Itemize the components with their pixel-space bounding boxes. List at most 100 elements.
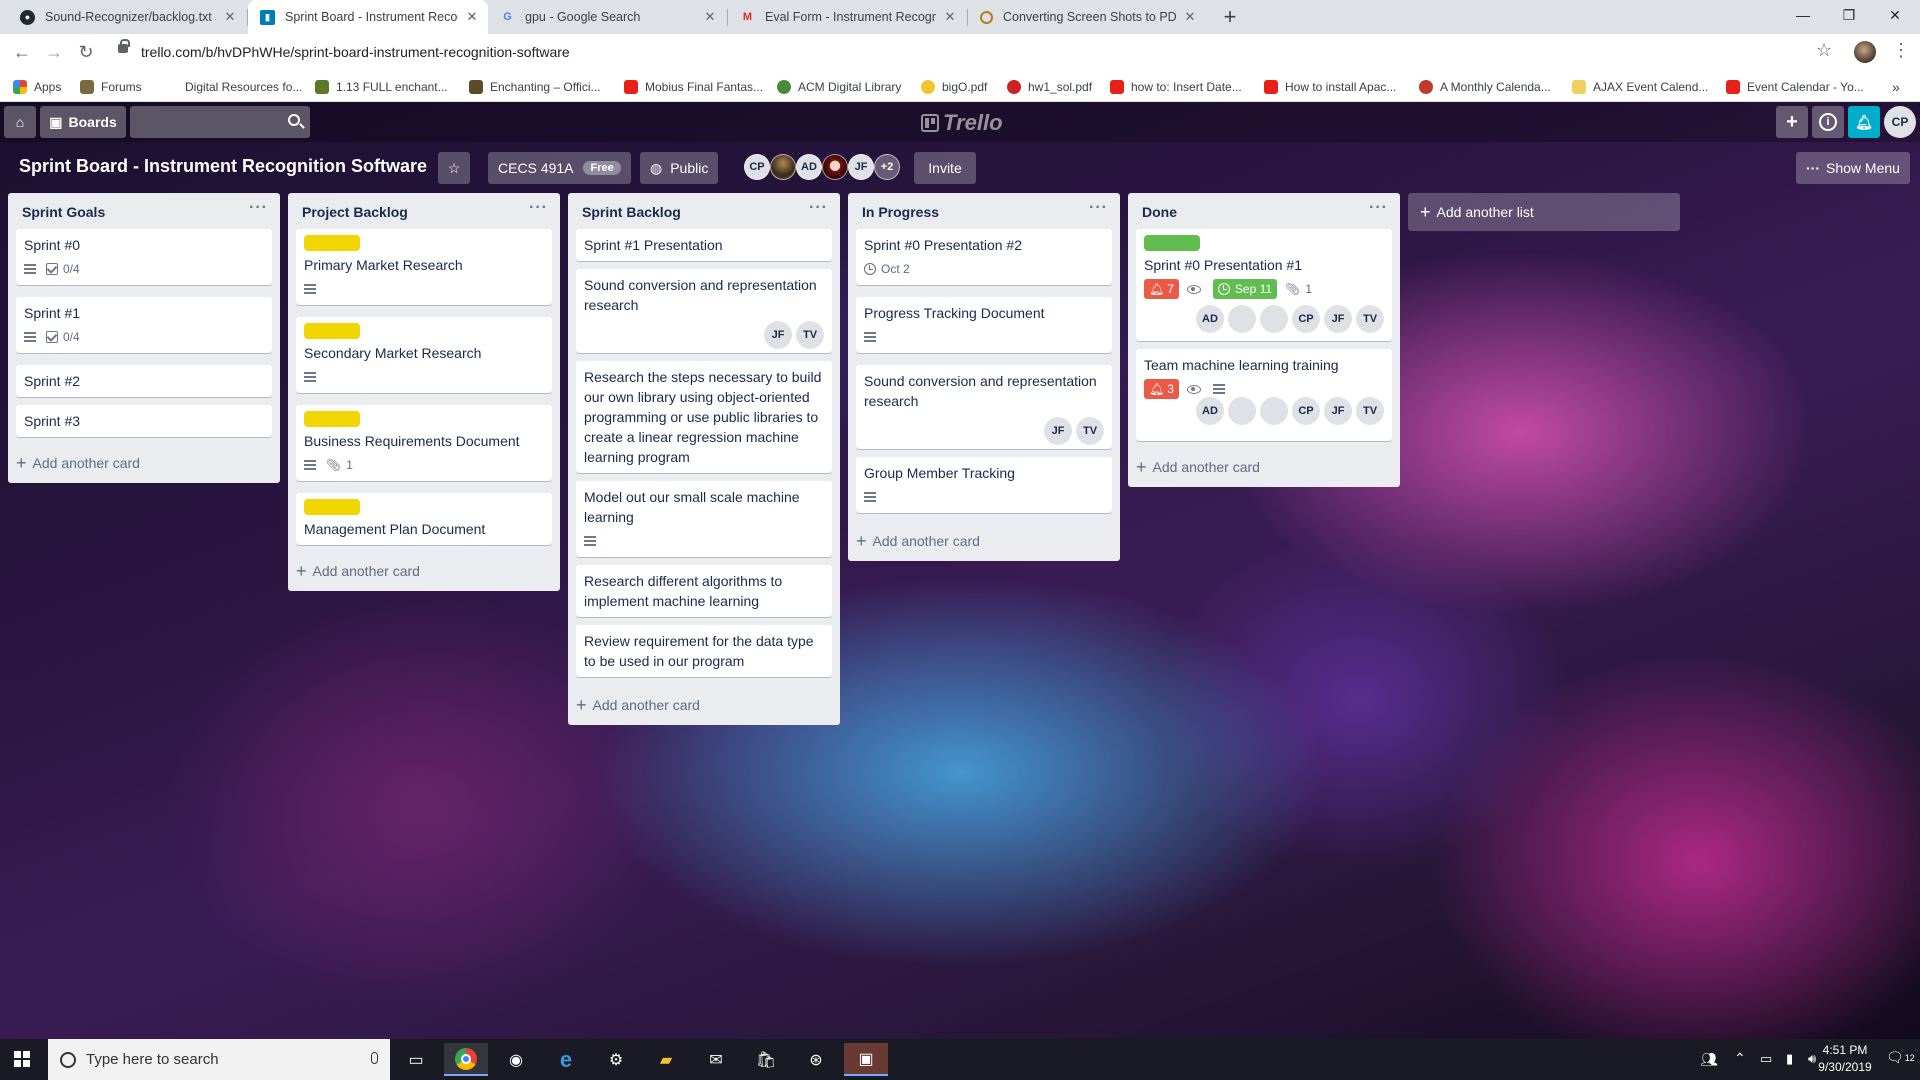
media-app-icon[interactable]: ▣ — [844, 1043, 888, 1076]
new-tab-button[interactable]: + — [1217, 4, 1243, 30]
bookmark-star-icon[interactable]: ☆ — [1816, 40, 1832, 61]
card[interactable]: Team machine learning training 🔔︎ 3 AD CP… — [1136, 349, 1392, 441]
member-avatar[interactable]: AD — [796, 154, 822, 180]
task-view-icon[interactable]: ▭ — [394, 1043, 438, 1076]
home-button[interactable]: ⌂ — [4, 106, 36, 138]
member-avatar-photo[interactable] — [1260, 305, 1288, 333]
label-yellow[interactable] — [304, 235, 360, 251]
minimize-button[interactable]: — — [1780, 0, 1826, 30]
microphone-icon[interactable] — [371, 1052, 378, 1064]
chrome-icon[interactable] — [444, 1043, 488, 1076]
member-avatar-photo[interactable] — [822, 154, 848, 180]
bookmark-acm[interactable]: ACM Digital Library — [777, 78, 901, 96]
clock[interactable]: 4:51 PM 9/30/2019 — [1812, 1042, 1878, 1076]
member-avatar[interactable]: AD — [1196, 397, 1224, 425]
card[interactable]: Sound conversion and representation rese… — [576, 269, 832, 353]
steam-icon[interactable]: ⊛ — [794, 1043, 838, 1076]
bookmark-bigo[interactable]: bigO.pdf — [921, 78, 987, 96]
notification-badge[interactable]: 🔔︎ 7 — [1144, 279, 1179, 299]
battery-icon[interactable]: ▮ — [1786, 1051, 1793, 1067]
add-list-button[interactable]: + Add another list — [1408, 193, 1680, 231]
card[interactable]: Management Plan Document — [296, 493, 552, 545]
people-icon[interactable]: 👥︎ — [1700, 1051, 1718, 1068]
bookmark-install-apache[interactable]: How to install Apac... — [1264, 78, 1396, 96]
list-menu-icon[interactable]: ··· — [1089, 199, 1108, 217]
close-icon[interactable]: ✕ — [702, 9, 718, 25]
tab-github[interactable]: ● Sound-Recognizer/backlog.txt at ✕ — [8, 0, 246, 34]
star-board-button[interactable]: ☆ — [438, 152, 470, 184]
restore-button[interactable]: ❐ — [1826, 0, 1872, 30]
bookmark-ajax-calendar[interactable]: AJAX Event Calend... — [1572, 78, 1708, 96]
alienware-icon[interactable]: ◉ — [494, 1043, 538, 1076]
profile-avatar[interactable] — [1854, 41, 1876, 63]
close-window-button[interactable]: ✕ — [1872, 0, 1918, 30]
card[interactable]: Sprint #1 0/4 — [16, 297, 272, 353]
list-header[interactable]: Done ··· — [1128, 193, 1400, 229]
board-search-input[interactable] — [130, 106, 310, 138]
taskbar-search-input[interactable]: Type here to search — [48, 1039, 390, 1080]
member-avatar-photo[interactable] — [1228, 397, 1256, 425]
due-date[interactable]: Oct 2 — [881, 262, 910, 276]
tab-trello[interactable]: ▮ Sprint Board - Instrument Recogn ✕ — [248, 0, 488, 34]
edge-icon[interactable]: e — [544, 1043, 588, 1076]
bookmark-monthly-calendar[interactable]: A Monthly Calenda... — [1419, 78, 1551, 96]
reload-icon[interactable]: ↻ — [74, 40, 98, 64]
list-header[interactable]: Sprint Goals ··· — [8, 193, 280, 229]
member-avatar[interactable]: JF — [1324, 397, 1352, 425]
label-yellow[interactable] — [304, 411, 360, 427]
member-avatar[interactable]: TV — [1076, 417, 1104, 445]
tab-converting[interactable]: Converting Screen Shots to PDF ✕ — [968, 0, 1206, 34]
visibility-button[interactable]: ◍ Public — [640, 152, 719, 184]
bookmark-enchant[interactable]: 1.13 FULL enchant... — [315, 78, 448, 96]
store-icon[interactable]: 🛍︎ — [744, 1043, 788, 1076]
forward-icon[interactable]: → — [42, 40, 66, 64]
member-avatar[interactable]: TV — [1356, 305, 1384, 333]
member-avatar[interactable]: AD — [1196, 305, 1224, 333]
url-bar[interactable]: trello.com/b/hvDPhWHe/sprint-board-instr… — [110, 38, 1830, 66]
settings-gear-icon[interactable]: ⚙ — [594, 1043, 638, 1076]
card[interactable]: Sprint #2 — [16, 365, 272, 397]
label-green[interactable] — [1144, 235, 1200, 251]
due-date-badge[interactable]: Sep 11 — [1212, 279, 1278, 299]
card[interactable]: Secondary Market Research — [296, 317, 552, 393]
file-explorer-icon[interactable]: ▰ — [644, 1043, 688, 1076]
member-avatar[interactable]: TV — [1356, 397, 1384, 425]
info-button[interactable]: i — [1812, 106, 1844, 138]
action-center-icon[interactable]: 🗨︎ 12 — [1886, 1049, 1915, 1066]
member-avatar[interactable]: JF — [764, 321, 792, 349]
card[interactable]: Sprint #1 Presentation — [576, 229, 832, 261]
invite-button[interactable]: Invite — [914, 152, 976, 184]
card[interactable]: Sprint #3 — [16, 405, 272, 437]
member-avatar[interactable]: JF — [1044, 417, 1072, 445]
card[interactable]: Sound conversion and representation rese… — [856, 365, 1112, 449]
bookmark-event-calendar[interactable]: Event Calendar - Yo... — [1726, 78, 1864, 96]
card[interactable]: Research the steps necessary to build ou… — [576, 361, 832, 473]
add-card-button[interactable]: + Add another card — [16, 454, 140, 472]
card[interactable]: Model out our small scale machine learni… — [576, 481, 832, 557]
back-icon[interactable]: ← — [10, 40, 34, 64]
windows-start-icon[interactable] — [14, 1051, 30, 1067]
card[interactable]: Sprint #0 0/4 — [16, 229, 272, 285]
card[interactable]: Business Requirements Document 📎︎ 1 — [296, 405, 552, 481]
bookmark-insert-date[interactable]: how to: Insert Date... — [1110, 78, 1242, 96]
user-avatar[interactable]: CP — [1884, 106, 1916, 138]
card[interactable]: Research different algorithms to impleme… — [576, 565, 832, 617]
member-avatar-photo[interactable] — [770, 154, 796, 180]
team-button[interactable]: CECS 491A Free — [488, 152, 631, 184]
notifications-button[interactable]: 🔔︎ — [1848, 106, 1880, 138]
member-avatar[interactable]: CP — [1292, 305, 1320, 333]
card[interactable]: Progress Tracking Document — [856, 297, 1112, 353]
bookmark-hw1[interactable]: hw1_sol.pdf — [1007, 78, 1092, 96]
list-header[interactable]: In Progress ··· — [848, 193, 1120, 229]
network-icon[interactable]: ▭ — [1760, 1051, 1772, 1067]
bookmark-apps[interactable]: Apps — [13, 78, 61, 96]
list-menu-icon[interactable]: ··· — [809, 199, 828, 217]
card[interactable]: Sprint #0 Presentation #1 🔔︎ 7 Sep 11 📎︎ 1… — [1136, 229, 1392, 341]
close-icon[interactable]: ✕ — [1182, 9, 1198, 25]
close-icon[interactable]: ✕ — [222, 9, 238, 25]
create-button[interactable]: + — [1776, 106, 1808, 138]
show-menu-button[interactable]: ··· Show Menu — [1796, 152, 1910, 184]
member-avatar[interactable]: JF — [848, 154, 874, 180]
add-card-button[interactable]: + Add another card — [856, 532, 980, 550]
more-members-count[interactable]: +2 — [874, 154, 900, 180]
